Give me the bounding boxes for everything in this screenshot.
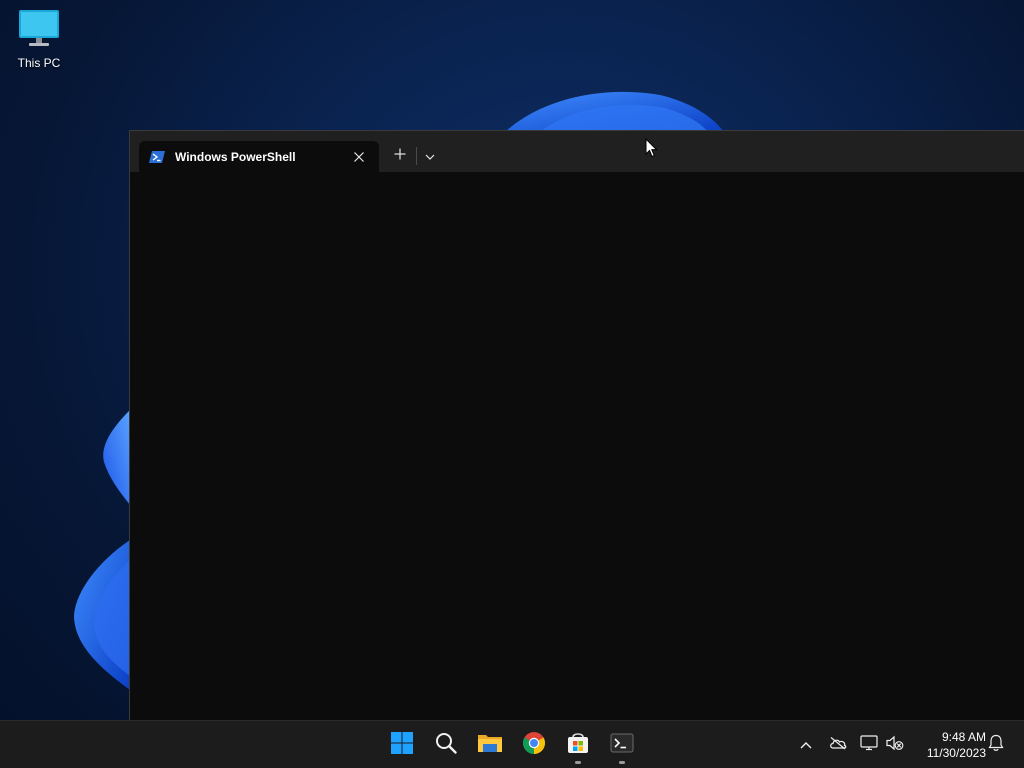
folder-icon [477,731,503,760]
onedrive-offline-icon [829,736,847,755]
running-indicator [575,761,581,764]
chevron-down-icon [425,147,435,165]
terminal-content-area[interactable] [130,172,1024,720]
close-icon[interactable] [345,145,373,169]
microsoft-store-button[interactable] [558,725,598,765]
desktop-icon-this-pc[interactable]: This PC [8,8,70,76]
tab-divider [416,147,417,165]
clock-time: 9:48 AM [941,730,986,744]
monitor-icon [17,8,61,50]
terminal-window[interactable]: Windows PowerShell [129,130,1024,720]
windows-logo-icon [390,731,414,760]
terminal-button[interactable] [602,725,642,765]
terminal-icon [610,732,634,759]
store-icon [566,731,590,760]
chevron-up-icon [800,736,812,754]
clock-date: 11/30/2023 [926,746,986,760]
powershell-icon [149,150,165,164]
volume-button[interactable] [883,733,907,757]
tab-windows-powershell[interactable]: Windows PowerShell [139,141,379,172]
file-explorer-button[interactable] [470,725,510,765]
search-icon [434,731,458,760]
bell-icon [988,734,1004,757]
start-button[interactable] [382,725,422,765]
search-button[interactable] [426,725,466,765]
mouse-pointer-icon [645,138,658,158]
network-icon [860,734,878,756]
notifications-button[interactable] [984,733,1008,757]
running-indicator [619,761,625,764]
clock[interactable]: 9:48 AM 11/30/2023 [914,728,986,762]
profile-dropdown-button[interactable] [418,143,442,169]
tab-title: Windows PowerShell [175,149,296,164]
chrome-icon [522,731,546,760]
show-hidden-icons-button[interactable] [794,733,818,757]
new-tab-button[interactable] [386,143,414,169]
onedrive-status-button[interactable] [826,733,850,757]
volume-muted-icon [886,735,904,756]
taskbar: 9:48 AM 11/30/2023 [0,720,1024,768]
desktop-icon-label: This PC [17,56,61,70]
network-status-button[interactable] [857,733,881,757]
chrome-button[interactable] [514,725,554,765]
plus-icon [394,147,406,165]
window-titlebar[interactable]: Windows PowerShell [130,131,1024,172]
